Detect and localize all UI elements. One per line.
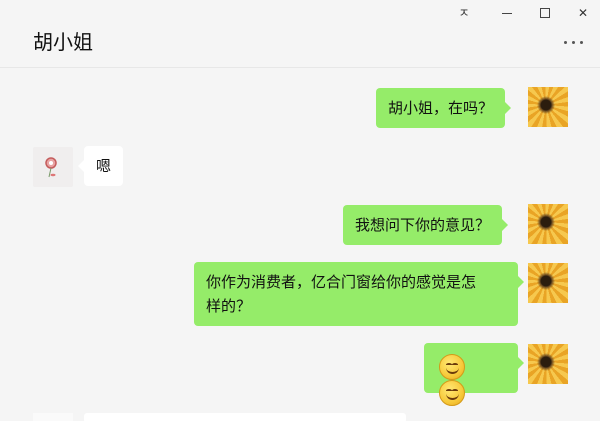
outgoing-message-bubble[interactable]: 我想问下你的意见？ bbox=[343, 205, 509, 245]
close-icon[interactable]: ✕ bbox=[573, 4, 593, 22]
chat-header: 胡小姐 ㅈ ✕ bbox=[0, 0, 600, 68]
more-icon[interactable] bbox=[562, 36, 586, 48]
maximize-glyph bbox=[540, 8, 550, 18]
my-avatar[interactable] bbox=[528, 204, 568, 244]
minimize-glyph bbox=[502, 13, 512, 14]
contact-name: 胡小姐 bbox=[33, 30, 93, 54]
more-dot bbox=[572, 41, 575, 44]
minimize-icon[interactable] bbox=[497, 4, 517, 22]
sunflower-avatar-image bbox=[528, 263, 568, 303]
message-text-line: 样的？ bbox=[206, 297, 252, 315]
partial-avatar bbox=[33, 413, 73, 421]
message-text-line: 你作为消费者，亿合门窗给你的感觉是怎 bbox=[206, 273, 477, 291]
my-avatar[interactable] bbox=[528, 344, 568, 384]
maximize-icon[interactable] bbox=[535, 4, 555, 22]
outgoing-message-bubble[interactable] bbox=[424, 343, 524, 406]
message-text: 胡小姐，在吗？ bbox=[388, 99, 494, 117]
sunflower-avatar-image bbox=[528, 344, 568, 384]
message-text: 嗯 bbox=[96, 157, 112, 175]
pin-icon[interactable]: ㅈ bbox=[454, 4, 474, 22]
smile-emoji-icon bbox=[439, 354, 465, 380]
my-avatar[interactable] bbox=[528, 263, 568, 303]
more-dot bbox=[564, 41, 567, 44]
flower-avatar-image bbox=[33, 147, 73, 187]
contact-avatar[interactable] bbox=[33, 147, 73, 187]
my-avatar[interactable] bbox=[528, 87, 568, 127]
sunflower-avatar-image bbox=[528, 87, 568, 127]
more-dot bbox=[580, 41, 583, 44]
incoming-message-bubble[interactable]: 嗯 bbox=[77, 146, 124, 186]
message-text: 我想问下你的意见？ bbox=[355, 216, 491, 234]
outgoing-message-bubble[interactable]: 胡小姐，在吗？ bbox=[376, 88, 512, 128]
partial-message-bubble bbox=[84, 413, 406, 421]
smile-emoji-icon bbox=[439, 380, 465, 406]
sunflower-avatar-image bbox=[528, 204, 568, 244]
outgoing-message-bubble[interactable]: 你作为消费者，亿合门窗给你的感觉是怎 样的？ bbox=[194, 262, 524, 326]
